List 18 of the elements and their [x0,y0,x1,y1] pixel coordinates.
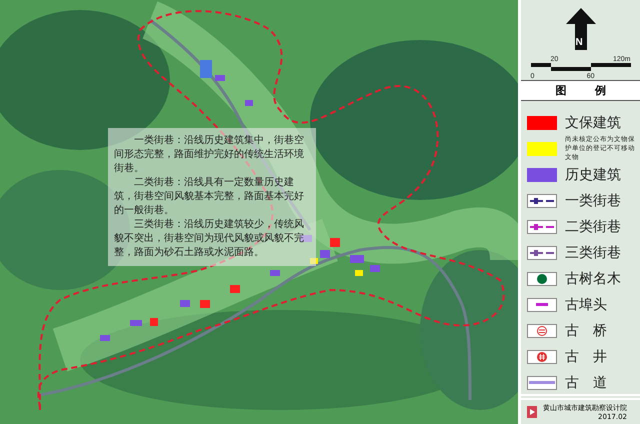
legend-label: 一类街巷 [565,192,621,210]
legend-label: 古埠头 [565,296,607,314]
legend-label: 历史建筑 [565,166,621,184]
legend-label: 古 道 [565,374,607,392]
legend-label: 古 桥 [565,322,607,340]
scale-bar-icon [530,63,630,71]
legend-title: 图 [555,84,566,98]
logo-icon [527,406,537,418]
legend-title: 例 [594,84,606,98]
north-label: N [576,37,583,48]
description-text: 二类街巷：沿线具有一定数量历史建筑，街巷空间风貌基本完整，路面基本完好的一般街巷。 [114,176,305,218]
legend-label: 三类街巷 [565,244,621,262]
legend-label: 古树名木 [565,270,621,288]
legend-label: 文保建筑 [565,114,621,132]
description-text: 一类街巷：沿线历史建筑集中，街巷空间形态完整，路面维护完好的传统生活环境街巷。 [114,134,305,176]
legend-label: 二类街巷 [565,218,621,236]
legend-label: 古 井 [565,348,607,366]
description-text: 三类街巷：沿线历史建筑较少，传统风貌不突出，街巷空间为现代风貌或风貌不完整，路面为砂石土路或水泥面路。 [114,218,305,260]
